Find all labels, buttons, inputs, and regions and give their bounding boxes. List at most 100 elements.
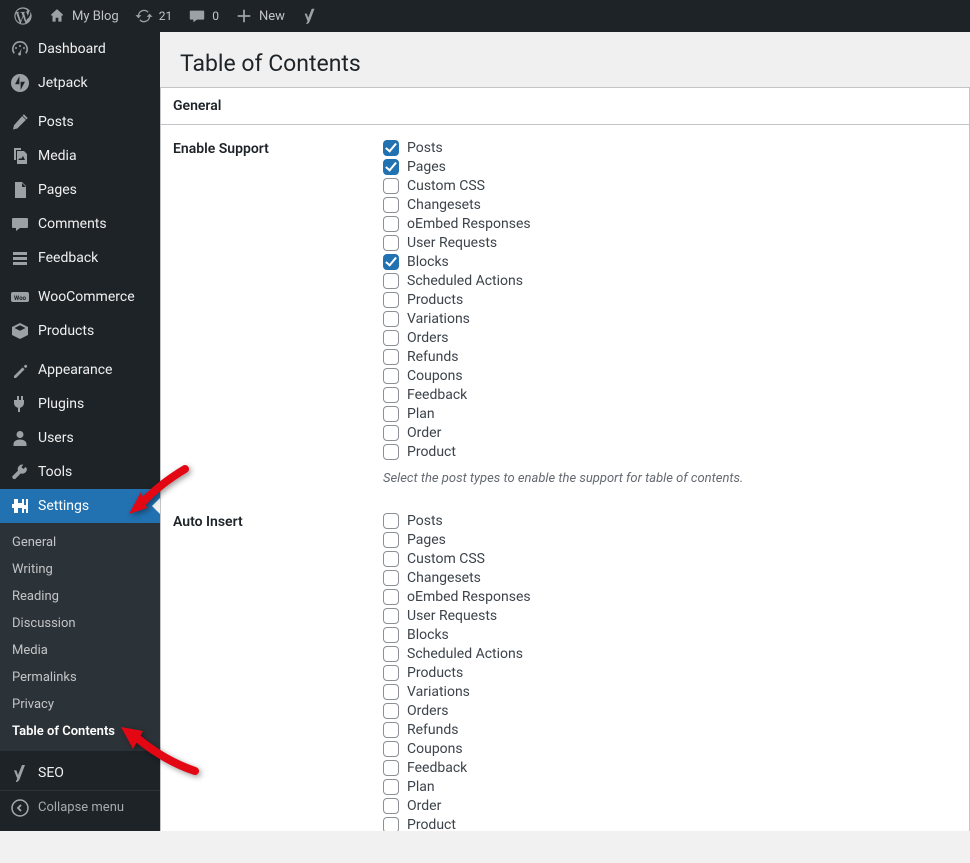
adminbar-new[interactable]: New	[227, 0, 293, 32]
auto-insert-checkbox[interactable]	[383, 513, 399, 529]
home-icon	[48, 7, 66, 25]
auto-insert-checkbox[interactable]	[383, 646, 399, 662]
auto-insert-option[interactable]: Blocks	[383, 626, 957, 644]
sidebar-item-seo[interactable]: SEO	[0, 756, 160, 790]
enable-support-checkbox[interactable]	[383, 311, 399, 327]
auto-insert-option[interactable]: Variations	[383, 683, 957, 701]
sidebar-item-dashboard[interactable]: Dashboard	[0, 32, 160, 66]
sidebar-item-products[interactable]: Products	[0, 314, 160, 348]
sidebar-item-media[interactable]: Media	[0, 139, 160, 173]
enable-support-option[interactable]: Products	[383, 291, 957, 309]
auto-insert-option[interactable]: Posts	[383, 512, 957, 530]
auto-insert-checkbox[interactable]	[383, 798, 399, 814]
enable-support-checkbox[interactable]	[383, 235, 399, 251]
auto-insert-option[interactable]: Feedback	[383, 759, 957, 777]
auto-insert-checkbox[interactable]	[383, 532, 399, 548]
sidebar-item-pages[interactable]: Pages	[0, 173, 160, 207]
sidebar-item-comments[interactable]: Comments	[0, 207, 160, 241]
auto-insert-checkbox[interactable]	[383, 608, 399, 624]
enable-support-option[interactable]: Orders	[383, 329, 957, 347]
auto-insert-checkbox[interactable]	[383, 817, 399, 831]
sidebar-item-posts[interactable]: Posts	[0, 105, 160, 139]
enable-support-checkbox[interactable]	[383, 178, 399, 194]
auto-insert-checkbox[interactable]	[383, 665, 399, 681]
adminbar-comments[interactable]: 0	[180, 0, 227, 32]
enable-support-option[interactable]: Feedback	[383, 386, 957, 404]
auto-insert-checkbox[interactable]	[383, 722, 399, 738]
enable-support-checkbox[interactable]	[383, 140, 399, 156]
enable-support-option[interactable]: Order	[383, 424, 957, 442]
sidebar-item-tools[interactable]: Tools	[0, 455, 160, 489]
sidebar-item-plugins[interactable]: Plugins	[0, 387, 160, 421]
auto-insert-checkbox[interactable]	[383, 779, 399, 795]
auto-insert-checkbox[interactable]	[383, 627, 399, 643]
enable-support-checkbox[interactable]	[383, 159, 399, 175]
auto-insert-option[interactable]: User Requests	[383, 607, 957, 625]
auto-insert-checkbox[interactable]	[383, 589, 399, 605]
adminbar-site-name[interactable]: My Blog	[40, 0, 127, 32]
enable-support-checkbox[interactable]	[383, 254, 399, 270]
auto-insert-option[interactable]: Order	[383, 797, 957, 815]
enable-support-option[interactable]: Refunds	[383, 348, 957, 366]
enable-support-option[interactable]: Changesets	[383, 196, 957, 214]
sidebar-item-jetpack[interactable]: Jetpack	[0, 66, 160, 100]
feedback-icon	[10, 248, 30, 268]
auto-insert-checkbox[interactable]	[383, 570, 399, 586]
submenu-discussion[interactable]: Discussion	[0, 610, 160, 637]
adminbar-wp-logo[interactable]	[6, 0, 40, 32]
auto-insert-option[interactable]: Plan	[383, 778, 957, 796]
auto-insert-option[interactable]: Product	[383, 816, 957, 831]
submenu-media[interactable]: Media	[0, 637, 160, 664]
auto-insert-option[interactable]: Orders	[383, 702, 957, 720]
sidebar-item-feedback[interactable]: Feedback	[0, 241, 160, 275]
auto-insert-option[interactable]: Refunds	[383, 721, 957, 739]
auto-insert-checkbox[interactable]	[383, 741, 399, 757]
enable-support-checkbox[interactable]	[383, 406, 399, 422]
enable-support-option[interactable]: Product	[383, 443, 957, 461]
submenu-table-of-contents[interactable]: Table of Contents	[0, 718, 160, 745]
enable-support-checkbox[interactable]	[383, 425, 399, 441]
submenu-privacy[interactable]: Privacy	[0, 691, 160, 718]
submenu-general[interactable]: General	[0, 529, 160, 556]
sidebar-item-settings[interactable]: Settings	[0, 489, 160, 523]
enable-support-option[interactable]: Variations	[383, 310, 957, 328]
auto-insert-option[interactable]: Pages	[383, 531, 957, 549]
auto-insert-option[interactable]: Scheduled Actions	[383, 645, 957, 663]
auto-insert-option[interactable]: Coupons	[383, 740, 957, 758]
enable-support-checkbox[interactable]	[383, 197, 399, 213]
enable-support-checkbox[interactable]	[383, 292, 399, 308]
enable-support-checkbox[interactable]	[383, 349, 399, 365]
enable-support-option[interactable]: Blocks	[383, 253, 957, 271]
enable-support-checkbox[interactable]	[383, 368, 399, 384]
auto-insert-option[interactable]: oEmbed Responses	[383, 588, 957, 606]
auto-insert-checkbox[interactable]	[383, 703, 399, 719]
auto-insert-checkbox[interactable]	[383, 684, 399, 700]
enable-support-option[interactable]: Coupons	[383, 367, 957, 385]
enable-support-checkbox[interactable]	[383, 330, 399, 346]
auto-insert-option[interactable]: Products	[383, 664, 957, 682]
auto-insert-option[interactable]: Changesets	[383, 569, 957, 587]
enable-support-option[interactable]: Plan	[383, 405, 957, 423]
enable-support-option[interactable]: Posts	[383, 139, 957, 157]
sidebar-item-woocommerce[interactable]: Woo WooCommerce	[0, 280, 160, 314]
auto-insert-checkbox[interactable]	[383, 551, 399, 567]
auto-insert-checkbox[interactable]	[383, 760, 399, 776]
submenu-permalinks[interactable]: Permalinks	[0, 664, 160, 691]
auto-insert-option[interactable]: Custom CSS	[383, 550, 957, 568]
enable-support-option[interactable]: User Requests	[383, 234, 957, 252]
enable-support-checkbox[interactable]	[383, 216, 399, 232]
collapse-menu[interactable]: Collapse menu	[0, 790, 160, 824]
enable-support-checkbox[interactable]	[383, 387, 399, 403]
sidebar-item-users[interactable]: Users	[0, 421, 160, 455]
enable-support-option[interactable]: Pages	[383, 158, 957, 176]
enable-support-checkbox[interactable]	[383, 273, 399, 289]
submenu-reading[interactable]: Reading	[0, 583, 160, 610]
submenu-writing[interactable]: Writing	[0, 556, 160, 583]
enable-support-option[interactable]: Custom CSS	[383, 177, 957, 195]
adminbar-updates[interactable]: 21	[127, 0, 181, 32]
enable-support-option[interactable]: Scheduled Actions	[383, 272, 957, 290]
enable-support-checkbox[interactable]	[383, 444, 399, 460]
enable-support-option[interactable]: oEmbed Responses	[383, 215, 957, 233]
sidebar-item-appearance[interactable]: Appearance	[0, 353, 160, 387]
adminbar-yoast[interactable]	[293, 0, 327, 32]
